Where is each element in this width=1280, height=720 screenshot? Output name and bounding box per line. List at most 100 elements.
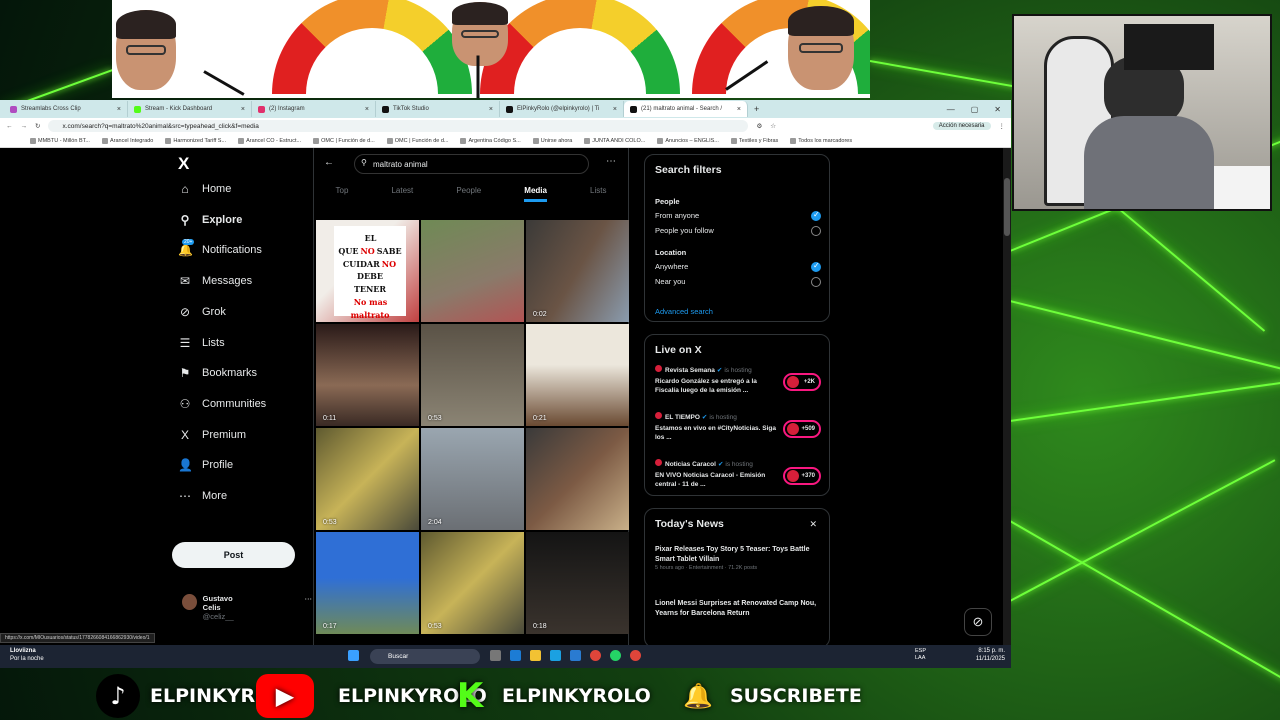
back-icon[interactable]: ← bbox=[6, 123, 13, 130]
media-thumbnail[interactable]: 0:18 bbox=[526, 532, 629, 634]
media-thumbnail[interactable]: 0:53 bbox=[421, 324, 524, 426]
account-switcher[interactable]: Gustavo Celis @celiz__ ⋯ bbox=[182, 594, 312, 621]
media-thumbnail[interactable]: 0:21 bbox=[526, 324, 629, 426]
live-listeners[interactable]: +509 bbox=[783, 420, 821, 438]
extensions-icon[interactable]: ⚙ bbox=[756, 122, 762, 130]
close-window-icon[interactable]: ✕ bbox=[994, 105, 1001, 114]
advanced-search-link[interactable]: Advanced search bbox=[655, 307, 713, 316]
nav-notifications[interactable]: 🔔 20+ Notifications bbox=[178, 239, 262, 257]
search-tab-media[interactable]: Media bbox=[524, 186, 547, 202]
search-tab-top[interactable]: Top bbox=[336, 186, 349, 202]
nav-premium[interactable]: X Premium bbox=[178, 428, 246, 442]
live-listeners[interactable]: +2K bbox=[783, 373, 821, 391]
new-tab-button[interactable]: + bbox=[750, 104, 763, 114]
back-arrow-icon[interactable]: ← bbox=[324, 157, 334, 168]
start-button[interactable] bbox=[348, 650, 359, 661]
forward-icon[interactable]: → bbox=[21, 123, 28, 130]
media-thumbnail[interactable]: 0:11 bbox=[316, 324, 419, 426]
more-options-icon[interactable]: ⋯ bbox=[606, 156, 616, 167]
filter-option[interactable]: People you follow bbox=[655, 226, 714, 235]
taskbar-search[interactable]: Buscar bbox=[370, 649, 480, 664]
search-tab-people[interactable]: People bbox=[456, 186, 481, 202]
nav-grok[interactable]: ⊘ Grok bbox=[178, 305, 226, 319]
media-thumbnail[interactable]: 0:17 bbox=[316, 532, 419, 634]
bookmark-4[interactable]: OMC | Función de d... bbox=[313, 137, 375, 144]
radio-button[interactable] bbox=[811, 277, 821, 287]
tab-close-icon[interactable]: × bbox=[365, 106, 369, 113]
taskview-icon[interactable] bbox=[490, 650, 501, 661]
bookmark-9[interactable]: Anuncios – ENGLIS... bbox=[657, 137, 719, 144]
edge-icon[interactable] bbox=[550, 650, 561, 661]
chrome-icon[interactable] bbox=[590, 650, 601, 661]
language-indicator[interactable]: ESP LAA bbox=[915, 648, 926, 662]
media-thumbnail[interactable]: 2:04 bbox=[421, 428, 524, 530]
tab-close-icon[interactable]: × bbox=[613, 106, 617, 113]
nav-more[interactable]: ⋯ More bbox=[178, 489, 227, 503]
news-item[interactable]: Pixar Releases Toy Story 5 Teaser: Toys … bbox=[655, 545, 823, 572]
search-input[interactable]: ⚲ maltrato animal bbox=[354, 154, 589, 174]
weather-widget[interactable]: Lloviizna Por la noche bbox=[10, 648, 44, 664]
tab-close-icon[interactable]: × bbox=[241, 106, 245, 113]
grok-icon[interactable]: ⊘ bbox=[964, 608, 992, 636]
bookmark-3[interactable]: Arancel CO - Estruct... bbox=[238, 137, 301, 144]
search-tab-lists[interactable]: Lists bbox=[590, 186, 606, 202]
bookmark-6[interactable]: Argentina Código S... bbox=[460, 137, 521, 144]
tab-close-icon[interactable]: × bbox=[737, 106, 741, 113]
x-logo-icon[interactable]: X bbox=[178, 154, 189, 174]
browser-tab-2[interactable]: (2) Instagram × bbox=[252, 101, 376, 117]
nav-profile[interactable]: 👤 Profile bbox=[178, 458, 233, 472]
search-tab-latest[interactable]: Latest bbox=[391, 186, 413, 202]
media-thumbnail[interactable]: 0:53 bbox=[421, 532, 524, 634]
bookmark-5[interactable]: OMC | Función de d... bbox=[386, 137, 448, 144]
filter-option[interactable]: From anyone bbox=[655, 211, 699, 220]
filter-option[interactable]: Anywhere bbox=[655, 262, 688, 271]
bookmark-star-icon[interactable]: ☆ bbox=[770, 122, 776, 130]
maximize-icon[interactable]: ▢ bbox=[971, 105, 979, 114]
live-listeners[interactable]: +370 bbox=[783, 467, 821, 485]
media-thumbnail[interactable]: EL QUE NO SABE CUIDAR NO DEBE TENER No mas mal… bbox=[316, 220, 419, 322]
radio-button[interactable] bbox=[811, 226, 821, 236]
scrollbar[interactable] bbox=[1003, 148, 1011, 645]
nav-explore[interactable]: ⚲ Explore bbox=[178, 213, 243, 227]
media-thumbnail[interactable]: 0:53 bbox=[316, 428, 419, 530]
live-item[interactable]: EL TIEMPO ✔ is hosting Estamos en vivo en #… bbox=[655, 412, 821, 443]
live-item[interactable]: Revista Semana ✔ is hosting Ricardo Gonzále… bbox=[655, 365, 821, 396]
menu-icon[interactable]: ⋮ bbox=[999, 122, 1006, 130]
close-icon[interactable]: ✕ bbox=[809, 519, 817, 530]
media-thumbnail[interactable]: 0:02 bbox=[526, 220, 629, 322]
browser-tab-4[interactable]: ElPinkyRolo (@elpinkyrolo) | Ti × bbox=[500, 101, 624, 117]
media-thumbnail[interactable] bbox=[421, 220, 524, 322]
bookmark-10[interactable]: Textiles y Fibras bbox=[730, 137, 778, 144]
browser-tab-0[interactable]: Streamlabs Cross Clip × bbox=[4, 101, 128, 117]
clock[interactable]: 8:15 p. m. 11/11/2025 bbox=[976, 648, 1005, 664]
browser-tab-3[interactable]: TikTok Studio × bbox=[376, 101, 500, 117]
bookmark-0[interactable]: MMBTU - Millón BT... bbox=[30, 137, 90, 144]
nav-home[interactable]: ⌂ Home bbox=[178, 182, 231, 196]
browser-tab-5[interactable]: (21) maltrato animal - Search / × bbox=[624, 101, 748, 117]
news-item[interactable]: Lionel Messi Surprises at Renovated Camp… bbox=[655, 599, 823, 619]
radio-button[interactable] bbox=[811, 261, 821, 272]
reload-icon[interactable]: ↻ bbox=[35, 122, 40, 130]
bookmark-8[interactable]: JUNTA ANDI COLO... bbox=[584, 137, 645, 144]
nav-lists[interactable]: ☰ Lists bbox=[178, 336, 225, 350]
tab-close-icon[interactable]: × bbox=[117, 106, 121, 113]
whatsapp-icon[interactable] bbox=[610, 650, 621, 661]
outlook-icon[interactable] bbox=[570, 650, 581, 661]
bookmark-1[interactable]: Arancel Integrado bbox=[101, 137, 153, 144]
more-icon[interactable]: ⋯ bbox=[305, 594, 313, 621]
nav-messages[interactable]: ✉ Messages bbox=[178, 274, 252, 288]
post-button[interactable]: Post bbox=[172, 542, 295, 568]
nav-communities[interactable]: ⚇ Communities bbox=[178, 397, 267, 411]
copilot-icon[interactable] bbox=[510, 650, 521, 661]
url-input[interactable]: x.com/search?q=maltrato%20animal&src=typ… bbox=[48, 120, 749, 132]
radio-button[interactable] bbox=[811, 210, 821, 221]
minimize-icon[interactable]: — bbox=[947, 105, 955, 114]
files-icon[interactable] bbox=[530, 650, 541, 661]
bookmark-7[interactable]: Unirse ahora bbox=[532, 137, 572, 144]
tab-close-icon[interactable]: × bbox=[489, 106, 493, 113]
media-thumbnail[interactable] bbox=[526, 428, 629, 530]
filter-option[interactable]: Near you bbox=[655, 277, 685, 286]
browser-tab-1[interactable]: Stream - Kick Dashboard × bbox=[128, 101, 252, 117]
bookmark-2[interactable]: Harmonized Tariff S... bbox=[165, 137, 226, 144]
nav-bookmarks[interactable]: ⚑ Bookmarks bbox=[178, 366, 257, 380]
